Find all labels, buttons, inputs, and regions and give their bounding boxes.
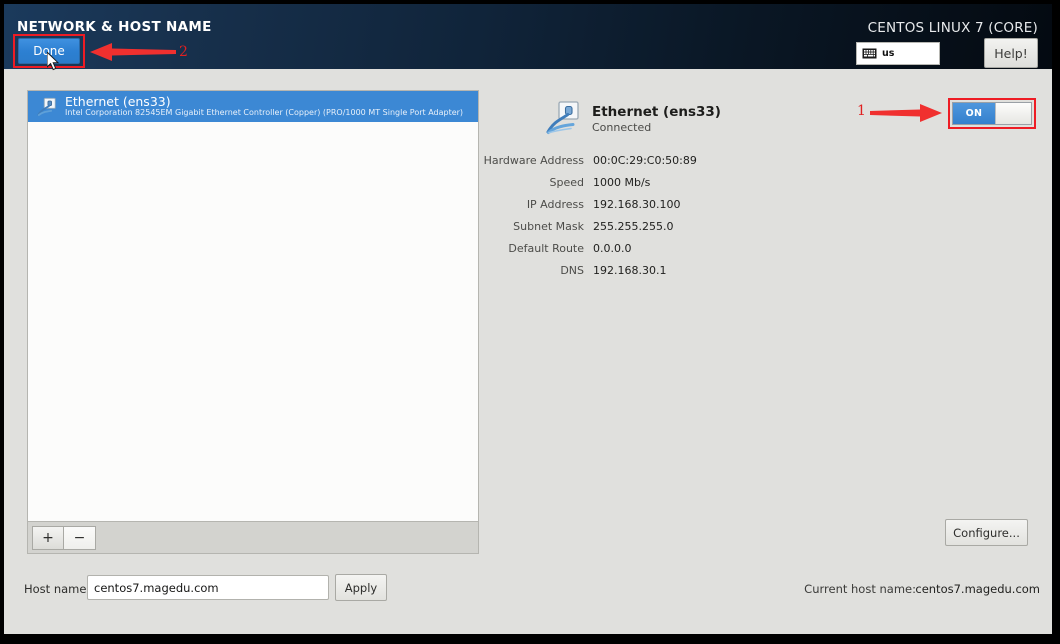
device-detail-header: Ethernet (ens33) Connected (544, 99, 721, 139)
detail-key: Hardware Address (483, 153, 584, 167)
wired-network-icon (546, 101, 579, 134)
configure-button-label: Configure... (953, 525, 1020, 540)
help-button-label: Help! (994, 45, 1028, 61)
list-item-texts: Ethernet (ens33) Intel Corporation 82545… (65, 95, 463, 118)
annotation-arrow-1 (870, 104, 942, 122)
current-hostname-label: Current host name: (804, 582, 916, 596)
device-detail-rows: Hardware Address 00:0C:29:C0:50:89 Speed… (474, 149, 904, 281)
table-row: IP Address 192.168.30.100 (474, 193, 904, 215)
keyboard-layout-indicator[interactable]: us (856, 42, 940, 65)
remove-device-button[interactable]: − (64, 525, 96, 550)
done-button-label: Done (18, 38, 80, 64)
list-item-description: Intel Corporation 82545EM Gigabit Ethern… (65, 108, 464, 118)
add-device-button[interactable]: + (32, 525, 64, 550)
detail-key: DNS (560, 263, 584, 277)
network-device-list[interactable]: Ethernet (ens33) Intel Corporation 82545… (27, 90, 479, 522)
device-list-toolbar: + − (27, 522, 479, 554)
annotation-label-2: 2 (179, 44, 188, 60)
detail-value: 255.255.255.0 (593, 219, 674, 233)
list-item-name: Ethernet (ens33) (65, 94, 171, 110)
detail-key: IP Address (526, 197, 584, 211)
page-title: NETWORK & HOST NAME (17, 19, 212, 35)
table-row: DNS 192.168.30.1 (474, 259, 904, 281)
detail-value: 00:0C:29:C0:50:89 (593, 153, 697, 167)
distro-title: CENTOS LINUX 7 (CORE) (867, 20, 1038, 36)
detail-value: 1000 Mb/s (593, 175, 651, 189)
table-row: Speed 1000 Mb/s (474, 171, 904, 193)
keyboard-icon (862, 48, 877, 59)
apply-button[interactable]: Apply (335, 574, 387, 601)
done-button[interactable]: Done (18, 38, 80, 64)
annotation-arrow-2 (90, 43, 176, 61)
installer-screen: NETWORK & HOST NAME CENTOS LINUX 7 (CORE… (4, 4, 1052, 634)
detail-key: Default Route (508, 241, 584, 255)
table-row: Hardware Address 00:0C:29:C0:50:89 (474, 149, 904, 171)
detail-value: 192.168.30.100 (593, 197, 681, 211)
annotation-box-toggle (948, 98, 1036, 129)
table-row: Subnet Mask 255.255.255.0 (474, 215, 904, 237)
current-hostname-value: centos7.magedu.com (915, 582, 1040, 596)
device-detail-status: Connected (592, 120, 652, 134)
detail-key: Speed (549, 175, 584, 189)
device-detail-titles: Ethernet (ens33) Connected (592, 104, 721, 135)
keyboard-layout-label: us (882, 48, 895, 59)
configure-button[interactable]: Configure... (945, 519, 1028, 546)
wired-network-icon (37, 97, 56, 116)
hostname-input[interactable] (87, 575, 329, 600)
annotation-label-1: 1 (857, 103, 866, 119)
hostname-label: Host name: (24, 582, 91, 596)
list-item[interactable]: Ethernet (ens33) Intel Corporation 82545… (28, 91, 478, 122)
detail-value: 0.0.0.0 (593, 241, 632, 255)
detail-value: 192.168.30.1 (593, 263, 667, 277)
detail-key: Subnet Mask (513, 219, 584, 233)
header-bar: NETWORK & HOST NAME CENTOS LINUX 7 (CORE… (4, 4, 1052, 71)
apply-button-label: Apply (344, 580, 378, 595)
help-button[interactable]: Help! (984, 38, 1038, 68)
table-row: Default Route 0.0.0.0 (474, 237, 904, 259)
device-detail-name: Ethernet (ens33) (592, 103, 721, 120)
